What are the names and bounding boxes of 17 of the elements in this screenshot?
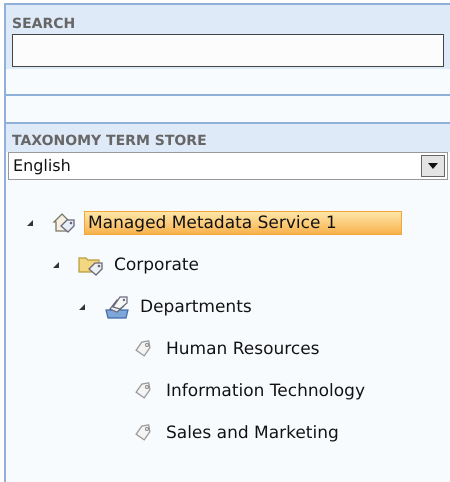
expanded-arrow-icon[interactable] — [26, 219, 34, 227]
tag-icon — [133, 423, 153, 443]
tag-icon — [133, 339, 153, 359]
tree-item[interactable]: Sales and Marketing — [162, 421, 343, 445]
expanded-arrow-icon[interactable] — [78, 303, 86, 311]
tree-item[interactable]: Departments — [136, 295, 256, 319]
expanded-arrow-icon[interactable] — [52, 261, 60, 269]
section-heading: TAXONOMY TERM STORE — [12, 132, 208, 150]
tree-item[interactable]: Human Resources — [162, 337, 324, 361]
language-dropdown[interactable]: English — [8, 152, 448, 180]
tag-icon — [133, 381, 153, 401]
tree-item[interactable]: Managed Metadata Service 1 — [84, 211, 402, 235]
section-heading: SEARCH — [12, 15, 76, 33]
tag-stack-icon — [103, 294, 131, 320]
tree-item[interactable]: Corporate — [110, 253, 203, 277]
search-field[interactable] — [12, 34, 444, 67]
tree-item[interactable]: Information Technology — [162, 379, 370, 403]
